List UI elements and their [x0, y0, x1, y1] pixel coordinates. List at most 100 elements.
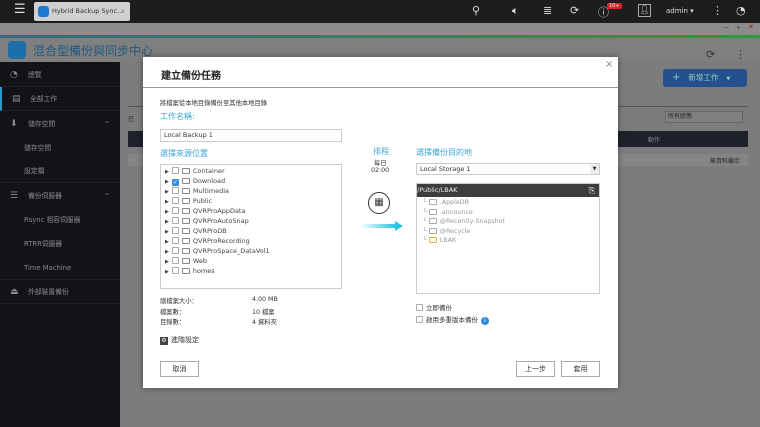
multi-version-option[interactable]: 啟用多重版本備份 i [416, 314, 489, 325]
checkbox[interactable] [171, 167, 179, 174]
hbs-icon [38, 6, 49, 17]
more-icon[interactable]: ⋮ [712, 4, 723, 17]
destination-label: 選擇備份目的地 [416, 148, 472, 157]
folder-icon [428, 199, 437, 205]
stat-label: 檔案數： [160, 308, 186, 316]
refresh-icon[interactable]: ⟳ [706, 48, 715, 61]
minimize-button[interactable]: − [723, 23, 730, 32]
calendar-icon[interactable]: ▦ [368, 192, 390, 214]
expand-icon[interactable]: ▶ [165, 199, 169, 205]
expand-icon[interactable]: ▶ [165, 219, 169, 225]
speaker-icon[interactable]: 🔈︎ [512, 4, 519, 18]
backup-now-option[interactable]: 立即備份 [416, 302, 452, 312]
job-name-input[interactable]: Local Backup 1 [160, 129, 342, 142]
info-icon[interactable]: i [481, 317, 489, 325]
expand-icon[interactable]: ▶ [165, 209, 169, 215]
expand-icon[interactable]: ▶ [165, 229, 169, 235]
expand-icon[interactable]: ▶ [165, 239, 169, 245]
back-button[interactable]: 上一步 [516, 361, 555, 377]
sidebar-item-backup-server[interactable]: ☰ 備份伺服器 ⌃ [0, 184, 120, 208]
sidebar-item-rsync[interactable]: Rsync 相容伺服器 [0, 208, 120, 232]
window-bar: − + ✕ [0, 23, 760, 35]
sidebar-item-all-jobs[interactable]: ▤ 全部工作 [0, 87, 120, 111]
source-folder-item[interactable]: ▶ QVRProAutoSnap [165, 216, 249, 226]
destination-folder-item[interactable]: └ .announce [423, 208, 473, 216]
sidebar-item-storage[interactable]: ⬇ 儲存空間 ⌃ [0, 112, 120, 136]
destination-folder-item[interactable]: └ @Recently-Snapshot [423, 218, 505, 225]
folder-icon [181, 178, 190, 184]
sidebar-item-overview[interactable]: ◔ 總覽 [0, 63, 120, 87]
server-icon: ☰ [10, 191, 19, 201]
stat-value: 10 檔案 [252, 308, 275, 316]
user-menu[interactable]: admin ▾ [666, 7, 694, 15]
sidebar-item-external-backup[interactable]: ⏏ 外部裝置備份 [0, 280, 120, 304]
checkbox[interactable] [171, 197, 179, 204]
apply-button[interactable]: 套用 [561, 361, 600, 377]
destination-folder-item[interactable]: └ LBAK [423, 237, 456, 244]
source-folder-item[interactable]: ▶ Web [165, 256, 207, 266]
sync-icon[interactable]: ⟳ [570, 4, 579, 17]
sidebar-item-storage-space[interactable]: 儲存空間 [0, 136, 120, 160]
source-folder-item[interactable]: ▶ Container [165, 166, 225, 176]
checkbox[interactable] [171, 237, 179, 244]
menu-icon[interactable]: ☰ [14, 2, 26, 17]
close-button[interactable]: ✕ [748, 23, 754, 31]
source-folder-item[interactable]: ▶ QVRProDB [165, 226, 227, 236]
app-tab[interactable]: Hybrid Backup Sync... × [34, 2, 130, 21]
new-job-button[interactable]: + 新增工作 ▼ [663, 69, 747, 87]
expand-icon[interactable]: ▶ [165, 169, 169, 175]
source-folder-item[interactable]: ▶ Public [165, 196, 212, 206]
checkbox[interactable] [171, 227, 179, 234]
tasks-icon[interactable]: ≣ [543, 4, 552, 17]
source-folder-item[interactable]: ▶ QVRProRecording [165, 236, 250, 246]
destination-folder-item[interactable]: └ .AppleDB [423, 199, 469, 206]
checkbox[interactable] [171, 267, 179, 274]
folder-icon [428, 218, 437, 224]
checkbox[interactable] [171, 217, 179, 224]
source-folder-item[interactable]: ▶ ✓ Download [165, 176, 225, 186]
col-action: 動作 [648, 137, 661, 144]
destination-storage-select[interactable]: Local Storage 1 ▼ [416, 163, 600, 175]
folder-icon [428, 227, 437, 234]
app-logo-icon [8, 41, 26, 59]
expand-icon[interactable]: ▶ [165, 259, 169, 265]
source-folder-item[interactable]: ▶ homes [165, 266, 215, 276]
expand-icon[interactable]: ▶ [165, 269, 169, 275]
stat-value: 4 資料夾 [252, 319, 277, 326]
checkbox[interactable] [171, 187, 179, 194]
tab-close-icon[interactable]: × [120, 2, 125, 21]
maximize-button[interactable]: + [735, 23, 742, 32]
folder-icon [428, 237, 437, 243]
search-icon[interactable]: ⚲ [472, 4, 480, 17]
more-icon[interactable]: ⋮ [735, 48, 746, 61]
checkbox[interactable] [171, 257, 179, 264]
sidebar-item-rtrr[interactable]: RTRR伺服器 [0, 232, 120, 256]
tab-title: Hybrid Backup Sync... [52, 7, 124, 15]
destination-tree[interactable]: /Public/LBAK ⎘ └ .AppleDB └ .announce └ @Re… [416, 183, 600, 294]
expand-icon[interactable]: ▶ [165, 189, 169, 195]
schedule-label[interactable]: 排程 [373, 146, 389, 157]
source-folder-item[interactable]: ▶ QVRProSpace_DataVol1 [165, 246, 270, 256]
source-folder-item[interactable]: ▶ QVRProAppData [165, 206, 245, 216]
close-icon[interactable]: × [605, 59, 613, 70]
source-folder-item[interactable]: ▶ Multimedia [165, 186, 229, 196]
source-tree[interactable]: ▶ Container ▶ ✓ Download ▶ Multimedia ▶ Public ▶ Q… [160, 164, 342, 289]
sidebar-item-time-machine[interactable]: Time Machine [0, 256, 120, 280]
status-filter[interactable]: 所有狀態 [665, 111, 743, 123]
user-icon[interactable]: 👤︎ [638, 4, 651, 17]
expand-icon[interactable]: ▶ [165, 249, 169, 255]
advanced-settings[interactable]: ⚙ 進階設定 [160, 335, 199, 345]
dialog-title: 建立備份任務 [161, 71, 221, 82]
expand-icon[interactable]: ▶ [165, 179, 169, 185]
destination-folder-item[interactable]: └ @Recycle [423, 227, 470, 235]
new-folder-icon[interactable]: ⎘ [589, 184, 595, 197]
folder-icon [181, 228, 190, 234]
sidebar: ◔ 總覽 ▤ 全部工作 ⬇ 儲存空間 ⌃ 儲存空間 設定檔 ☰ 備份伺服器 ⌃ Rsync … [0, 62, 120, 427]
checkbox[interactable] [171, 247, 179, 254]
dashboard-icon[interactable]: ◔ [736, 4, 746, 17]
checkbox[interactable]: ✓ [171, 179, 179, 186]
cancel-button[interactable]: 取消 [160, 361, 199, 377]
sidebar-item-profiles[interactable]: 設定檔 [0, 159, 120, 183]
checkbox[interactable] [171, 207, 179, 214]
download-icon: ⬇ [10, 119, 18, 129]
